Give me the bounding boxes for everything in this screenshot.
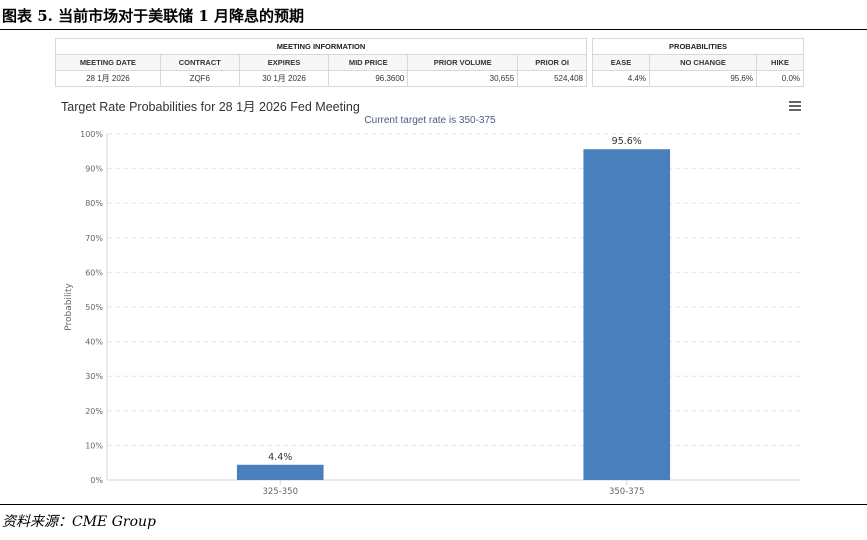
y-tick-label: 80%: [85, 199, 103, 208]
val-prior-oi: 524,408: [517, 70, 587, 87]
col-mid-price: MID PRICE: [328, 54, 409, 71]
source-note: 资料来源：CME Group: [2, 514, 156, 530]
probabilities-header: PROBABILITIES: [592, 38, 804, 55]
bar: [583, 149, 671, 480]
y-tick-label: 10%: [85, 441, 103, 450]
val-contract: ZQF6: [159, 70, 240, 87]
top-rule: [0, 29, 867, 30]
data-label: 4.4%: [268, 452, 292, 463]
figure-title: 图表 5. 当前市场对于美联储 1 月降息的预期: [2, 7, 304, 25]
y-tick-label: 0%: [90, 476, 103, 485]
bottom-rule: [0, 504, 867, 505]
meeting-info-header: MEETING INFORMATION: [55, 38, 587, 55]
y-tick-label: 70%: [85, 234, 103, 243]
y-tick-label: 100%: [80, 130, 103, 139]
probabilities-table: PROBABILITIES EASE NO CHANGE HIKE 4.4% 9…: [592, 38, 804, 87]
val-no-change: 95.6%: [649, 70, 757, 87]
col-ease: EASE: [592, 54, 650, 71]
val-expires: 30 1月 2026: [238, 70, 330, 87]
col-prior-volume: PRIOR VOLUME: [407, 54, 519, 71]
col-contract: CONTRACT: [159, 54, 240, 71]
x-tick-label: 325-350: [262, 487, 298, 497]
meeting-info-table: MEETING INFORMATION MEETING DATE CONTRAC…: [55, 38, 587, 87]
val-hike: 0.0%: [756, 70, 804, 87]
data-label: 95.6%: [612, 136, 642, 147]
val-ease: 4.4%: [592, 70, 650, 87]
col-no-change: NO CHANGE: [649, 54, 757, 71]
chart-panel: Target Rate Probabilities for 28 1月 2026…: [55, 92, 805, 500]
val-prior-volume: 30,655: [407, 70, 519, 87]
val-meeting-date: 28 1月 2026: [55, 70, 161, 87]
bar: [236, 464, 324, 480]
y-axis-label: Probability: [64, 283, 74, 331]
x-tick-label: 350-375: [609, 487, 645, 497]
val-mid-price: 96.3600: [328, 70, 409, 87]
col-expires: EXPIRES: [238, 54, 330, 71]
col-meeting-date: MEETING DATE: [55, 54, 161, 71]
col-hike: HIKE: [756, 54, 804, 71]
y-tick-label: 30%: [85, 372, 103, 381]
col-prior-oi: PRIOR OI: [517, 54, 587, 71]
y-tick-label: 90%: [85, 165, 103, 174]
y-tick-label: 20%: [85, 407, 103, 416]
y-tick-label: 60%: [85, 268, 103, 277]
y-tick-label: 50%: [85, 303, 103, 312]
bar-chart: 0% 10% 20% 30% 40% 50% 60% 70% 80% 90% 100% Probabi…: [64, 130, 800, 497]
y-tick-label: 40%: [85, 338, 103, 347]
